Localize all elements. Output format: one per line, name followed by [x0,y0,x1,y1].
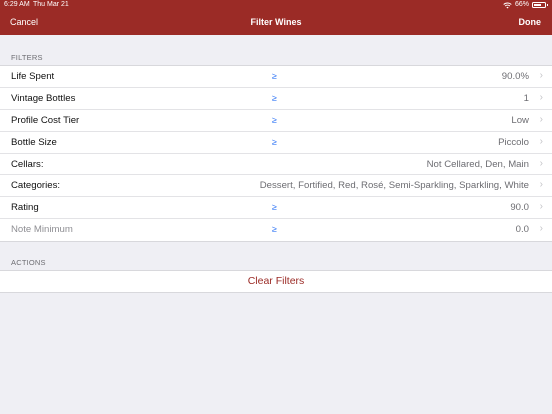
done-button[interactable]: Done [519,17,542,27]
operator-symbol: ≥ [272,136,277,147]
filter-value: 90.0 [510,202,529,214]
status-date: Thu Mar 21 [33,1,69,8]
page-title: Filter Wines [250,17,302,27]
filter-label: Life Spent [11,71,55,82]
chevron-right-icon: › [539,223,543,235]
battery-icon [532,2,548,8]
filter-value: 90.0% [501,71,529,82]
operator-symbol: ≥ [272,71,277,81]
filter-row-rating[interactable]: Rating ≥ 90.0 › [0,197,552,220]
filter-value: Dessert, Fortified, Red, Rosé, Semi-Spar… [259,180,529,192]
actions-section-header: ACTIONS [11,258,46,267]
filters-section-header: FILTERS [11,53,43,62]
clear-filters-button[interactable]: Clear Filters [0,271,552,292]
filter-label: Profile Cost Tier [11,114,80,126]
chevron-right-icon: › [539,70,543,81]
filter-value: 0.0 [515,224,529,236]
filter-row-vintage-bottles[interactable]: Vintage Bottles ≥ 1 › [0,88,552,110]
actions-list: Clear Filters [0,270,552,293]
filter-row-bottle-size[interactable]: Bottle Size ≥ Piccolo › [0,132,552,154]
filter-label: Vintage Bottles [11,92,76,104]
filter-value: 1 [523,92,529,104]
status-time: 6:29 AM [4,1,30,8]
filter-label: Note Minimum [11,224,73,236]
operator-symbol: ≥ [272,224,277,235]
filter-label: Cellars: [11,158,44,170]
operator-symbol: ≥ [272,202,277,213]
navigation-bar: Cancel Filter Wines Done [0,12,552,34]
filter-value: Not Cellared, Den, Main [426,158,529,170]
top-bar: 6:29 AM Thu Mar 21 66% Cancel Filter Win… [0,0,552,35]
operator-symbol: ≥ [272,114,277,125]
chevron-right-icon: › [539,179,543,191]
filter-row-categories[interactable]: Categories: Dessert, Fortified, Red, Ros… [0,175,552,198]
battery-percent: 66% [514,1,529,8]
operator-symbol: ≥ [272,92,277,103]
filter-row-note-minimum[interactable]: Note Minimum ≥ 0.0 › [0,219,552,241]
chevron-right-icon: › [539,91,543,103]
status-right: 66% [503,0,548,10]
wifi-icon [503,2,512,8]
chevron-right-icon: › [539,157,543,169]
filter-value: Piccolo [498,136,529,148]
filter-row-life-spent[interactable]: Life Spent ≥ 90.0% › [0,66,552,88]
filter-row-cellars[interactable]: Cellars: Not Cellared, Den, Main › [0,154,552,176]
filter-value: Low [511,114,529,126]
status-bar: 6:29 AM Thu Mar 21 66% [0,0,552,10]
filter-label: Bottle Size [11,136,57,148]
filter-label: Categories: [11,180,61,192]
chevron-right-icon: › [539,113,543,125]
chevron-right-icon: › [539,135,543,147]
filter-row-profile-cost-tier[interactable]: Profile Cost Tier ≥ Low › [0,110,552,132]
filters-list: Life Spent ≥ 90.0% › Vintage Bottles ≥ 1… [0,65,552,243]
filter-label: Rating [11,202,39,214]
chevron-right-icon: › [539,201,543,213]
